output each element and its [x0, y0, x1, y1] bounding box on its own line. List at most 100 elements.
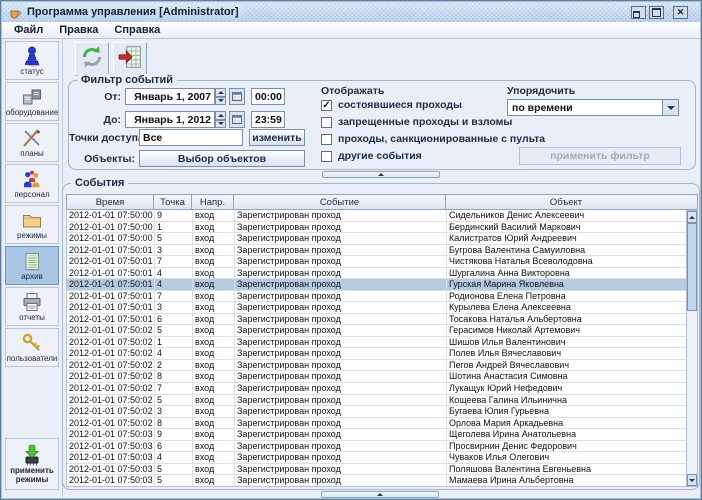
table-row[interactable]: 2012-01-01 07:50:009входЗарегистрирован …	[67, 210, 686, 222]
events-scrollbar[interactable]	[686, 210, 698, 487]
sidebar-item-plans[interactable]: планы	[5, 123, 59, 162]
table-row[interactable]: 2012-01-01 07:50:016входЗарегистрирован …	[67, 314, 686, 326]
table-row[interactable]: 2012-01-01 07:50:028входЗарегистрирован …	[67, 371, 686, 383]
table-cell: вход	[193, 279, 235, 290]
sidebar-item-reports[interactable]: отчеты	[5, 287, 59, 326]
table-cell: Шишов Илья Валентинович	[447, 337, 686, 348]
table-row[interactable]: 2012-01-01 07:50:039входЗарегистрирован …	[67, 429, 686, 441]
table-cell: 2012-01-01 07:50:01	[67, 302, 155, 313]
table-cell: 3	[155, 245, 193, 256]
maximize-button[interactable]	[649, 6, 664, 19]
order-combobox[interactable]: по времени	[507, 99, 679, 116]
table-cell: 2012-01-01 07:50:02	[67, 325, 155, 336]
scrollbar-thumb[interactable]	[687, 223, 697, 311]
sidebar-item-users[interactable]: пользователи	[5, 328, 59, 367]
table-row[interactable]: 2012-01-01 07:50:013входЗарегистрирован …	[67, 302, 686, 314]
table-cell: 7	[155, 256, 193, 267]
table-row[interactable]: 2012-01-01 07:50:021входЗарегистрирован …	[67, 337, 686, 349]
column-header-object[interactable]: Объект	[446, 194, 686, 210]
spinner-up-icon[interactable]	[215, 88, 226, 97]
table-cell: Тосакова Наталья Альбертовна	[447, 314, 686, 325]
column-header-event[interactable]: Событие	[234, 194, 446, 210]
table-cell: 6	[155, 441, 193, 452]
apply-filter-button[interactable]: применить фильтр	[519, 147, 681, 165]
table-row[interactable]: 2012-01-01 07:50:027входЗарегистрирован …	[67, 383, 686, 395]
close-button[interactable]: ✕	[673, 6, 688, 19]
date-from-field[interactable]: Январь 1, 2007	[125, 88, 215, 105]
table-row[interactable]: 2012-01-01 07:50:035входЗарегистрирован …	[67, 475, 686, 487]
table-row[interactable]: 2012-01-01 07:50:024входЗарегистрирован …	[67, 348, 686, 360]
personnel-icon	[21, 168, 43, 190]
checkbox-completed-passes[interactable]: ✓ состоявшиеся проходы	[321, 98, 462, 112]
table-row[interactable]: 2012-01-01 07:50:036входЗарегистрирован …	[67, 441, 686, 453]
table-row[interactable]: 2012-01-01 07:50:013входЗарегистрирован …	[67, 245, 686, 257]
spinner-down-icon[interactable]	[215, 97, 226, 106]
table-row[interactable]: 2012-01-01 07:50:028входЗарегистрирован …	[67, 418, 686, 430]
refresh-button[interactable]	[75, 42, 109, 76]
table-cell: Бугрова Валентина Самуиловна	[447, 245, 686, 256]
table-cell: 8	[155, 371, 193, 382]
table-row[interactable]: 2012-01-01 07:50:005входЗарегистрирован …	[67, 233, 686, 245]
apply-modes-button[interactable]: применить режимы	[5, 438, 59, 490]
calendar-from-button[interactable]	[229, 88, 245, 105]
menu-file[interactable]: Файл	[6, 23, 51, 37]
checkbox-console-passes[interactable]: проходы, санкционированные с пульта	[321, 132, 545, 146]
time-to-field[interactable]: 23:59	[251, 111, 285, 128]
sidebar-item-modes[interactable]: режимы	[5, 205, 59, 244]
column-header-point[interactable]: Точка	[154, 194, 192, 210]
table-cell: 5	[155, 325, 193, 336]
checkbox-forbidden-passes[interactable]: запрещенные проходы и взломы	[321, 115, 512, 129]
table-row[interactable]: 2012-01-01 07:50:025входЗарегистрирован …	[67, 325, 686, 337]
table-cell: Просвирнин Денис Федорович	[447, 441, 686, 452]
table-row[interactable]: 2012-01-01 07:50:022входЗарегистрирован …	[67, 360, 686, 372]
table-cell: Зарегистрирован проход	[235, 325, 447, 336]
show-label: Отображать	[321, 85, 384, 97]
table-cell: 2012-01-01 07:50:02	[67, 360, 155, 371]
menu-edit[interactable]: Правка	[51, 23, 106, 37]
checkbox-other-events[interactable]: другие события	[321, 149, 422, 163]
sidebar-item-hardware[interactable]: оборудование	[5, 82, 59, 121]
collapse-events-button[interactable]	[321, 491, 439, 498]
column-header-time[interactable]: Время	[66, 194, 154, 210]
events-splitter[interactable]	[62, 491, 698, 500]
table-row[interactable]: 2012-01-01 07:50:035входЗарегистрирован …	[67, 464, 686, 476]
table-cell: Чуваков Илья Олегович	[447, 452, 686, 463]
export-events-button[interactable]	[113, 42, 147, 76]
minimize-button[interactable]	[631, 6, 646, 19]
collapse-filter-button[interactable]	[322, 171, 440, 178]
column-header-direction[interactable]: Напр.	[192, 194, 234, 210]
time-from-field[interactable]: 00:00	[251, 88, 285, 105]
select-objects-button[interactable]: Выбор объектов	[139, 150, 305, 167]
spinner-up-icon[interactable]	[215, 111, 226, 120]
sidebar-item-archive[interactable]: архив	[5, 246, 59, 285]
from-label: От:	[91, 91, 121, 103]
table-row[interactable]: 2012-01-01 07:50:017входЗарегистрирован …	[67, 291, 686, 303]
scroll-up-button[interactable]	[687, 211, 697, 223]
calendar-to-button[interactable]	[229, 111, 245, 128]
menu-help[interactable]: Справка	[106, 23, 168, 37]
table-cell: 1	[155, 337, 193, 348]
table-row[interactable]: 2012-01-01 07:50:001входЗарегистрирован …	[67, 222, 686, 234]
table-cell: 4	[155, 279, 193, 290]
table-row[interactable]: 2012-01-01 07:50:017входЗарегистрирован …	[67, 256, 686, 268]
date-to-spinner[interactable]	[215, 111, 226, 128]
sidebar-item-status[interactable]: статус	[5, 41, 59, 80]
table-row[interactable]: 2012-01-01 07:50:014входЗарегистрирован …	[67, 268, 686, 280]
table-row[interactable]: 2012-01-01 07:50:034входЗарегистрирован …	[67, 452, 686, 464]
date-to-field[interactable]: Январь 1, 2012	[125, 111, 215, 128]
access-points-field[interactable]: Все	[139, 129, 243, 146]
sidebar-item-personnel[interactable]: персонал	[5, 164, 59, 203]
scroll-down-button[interactable]	[687, 474, 697, 486]
spinner-down-icon[interactable]	[215, 120, 226, 129]
minimize-icon	[633, 11, 640, 18]
table-row[interactable]: 2012-01-01 07:50:014входЗарегистрирован …	[67, 279, 686, 291]
change-button[interactable]: изменить	[249, 129, 305, 146]
menubar: Файл Правка Справка	[2, 22, 700, 39]
table-row[interactable]: 2012-01-01 07:50:023входЗарегистрирован …	[67, 406, 686, 418]
filter-splitter[interactable]	[68, 171, 694, 180]
table-cell: 5	[155, 233, 193, 244]
table-cell: Щеголева Ирина Анатольевна	[447, 429, 686, 440]
table-row[interactable]: 2012-01-01 07:50:025входЗарегистрирован …	[67, 395, 686, 407]
table-cell: Шотина Анастасия Симовна	[447, 371, 686, 382]
date-from-spinner[interactable]	[215, 88, 226, 105]
